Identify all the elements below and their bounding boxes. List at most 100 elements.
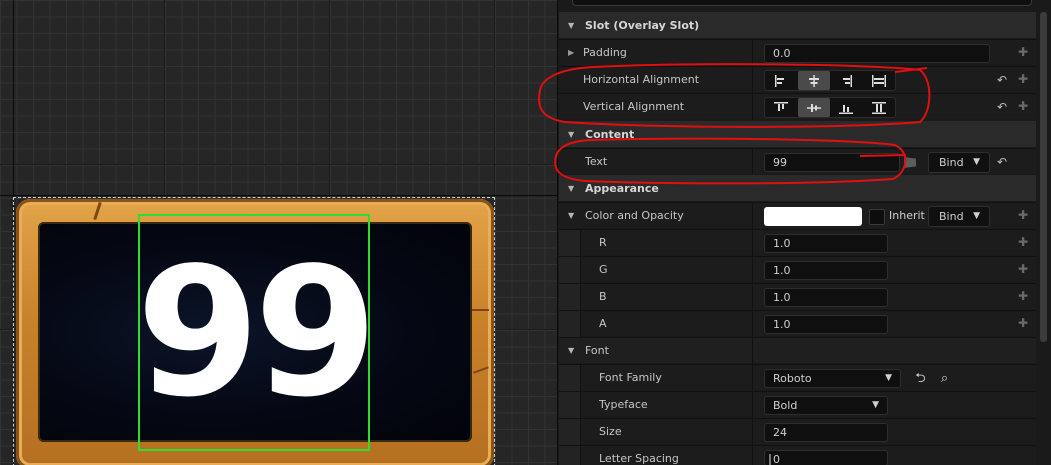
find-in-browser-icon[interactable]: ⌕ <box>936 370 953 387</box>
add-key-icon[interactable]: ✚ <box>1018 45 1032 59</box>
g-input[interactable]: 1.0 <box>764 261 888 280</box>
row-vertical-alignment: Vertical Alignment ↶ ✚ <box>559 93 1036 120</box>
triangle-down-icon[interactable]: ▼ <box>568 203 574 229</box>
bind-label: Bind <box>939 156 964 169</box>
category-label: Content <box>585 127 635 141</box>
font-label: Font <box>585 344 609 357</box>
row-color-a: A 1.0 ✚ <box>559 310 1036 337</box>
row-color-r: R 1.0 ✚ <box>559 229 1036 256</box>
b-label: B <box>599 290 607 303</box>
details-search-input[interactable] <box>572 0 1032 6</box>
align-center-button[interactable] <box>797 71 830 90</box>
details-scrollbar[interactable] <box>1040 12 1047 342</box>
add-key-icon[interactable]: ✚ <box>1018 316 1032 330</box>
column-divider <box>752 446 753 465</box>
size-input[interactable]: 24 <box>764 423 888 442</box>
align-top-icon <box>774 101 789 111</box>
align-vertical-fill-icon <box>871 101 886 114</box>
add-key-icon[interactable]: ✚ <box>1018 208 1032 222</box>
category-label: Appearance <box>585 181 659 195</box>
font-family-dropdown[interactable]: Roboto ▼ <box>764 369 901 388</box>
align-top-button[interactable] <box>765 98 798 117</box>
inherit-checkbox[interactable] <box>869 209 885 225</box>
row-font: ▼ Font <box>559 337 1036 364</box>
row-horizontal-alignment: Horizontal Alignment ↶ ✚ <box>559 66 1036 93</box>
text-bind-button[interactable]: Bind ▼ <box>928 152 990 173</box>
column-divider <box>752 392 753 418</box>
triangle-down-icon[interactable]: ▼ <box>568 338 574 364</box>
column-divider <box>752 203 753 229</box>
column-divider <box>752 40 753 66</box>
letter-spacing-input[interactable]: 0 <box>764 450 888 465</box>
triangle-down-icon: ▼ <box>568 20 575 30</box>
size-label: Size <box>599 425 622 438</box>
add-key-icon[interactable]: ✚ <box>1018 289 1032 303</box>
add-key-icon[interactable]: ✚ <box>1018 235 1032 249</box>
align-vertical-fill-button[interactable] <box>863 98 896 117</box>
row-letter-spacing: Letter Spacing 0 <box>559 445 1036 465</box>
canvas-guide-horizontal <box>0 195 557 196</box>
localization-flag-icon[interactable] <box>904 157 916 168</box>
font-family-value: Roboto <box>773 372 812 385</box>
column-divider <box>752 94 753 120</box>
indent-bar <box>559 230 581 256</box>
chevron-down-icon: ▼ <box>973 211 980 221</box>
row-font-family: Font Family Roboto ▼ ⮌ ⌕ <box>559 364 1036 391</box>
align-fill-button[interactable] <box>863 71 896 90</box>
browse-arrow-icon[interactable]: ⮌ <box>912 370 929 387</box>
vertical-alignment-group <box>764 97 896 118</box>
reset-arrow-icon[interactable]: ↶ <box>997 100 1007 114</box>
column-divider <box>752 230 753 256</box>
indent-bar <box>559 392 581 418</box>
g-label: G <box>599 263 608 276</box>
indent-bar <box>559 257 581 283</box>
triangle-down-icon: ▼ <box>568 129 575 139</box>
padding-input[interactable]: 0.0 <box>764 44 990 63</box>
horizontal-alignment-label: Horizontal Alignment <box>583 73 700 86</box>
chevron-down-icon: ▼ <box>872 400 879 410</box>
align-right-button[interactable] <box>830 71 863 90</box>
text-selection-box[interactable] <box>138 214 370 451</box>
a-input[interactable]: 1.0 <box>764 315 888 334</box>
reset-arrow-icon[interactable]: ↶ <box>997 73 1007 87</box>
align-middle-button[interactable] <box>797 98 830 117</box>
align-left-button[interactable] <box>765 71 798 90</box>
align-bottom-icon <box>839 104 854 114</box>
letter-spacing-value: 0 <box>773 453 780 465</box>
chevron-down-icon: ▼ <box>973 157 980 167</box>
color-bind-button[interactable]: Bind ▼ <box>928 206 990 227</box>
indent-bar <box>559 365 581 391</box>
inherit-label: Inherit <box>889 209 925 222</box>
align-left-icon <box>775 74 785 87</box>
category-slot[interactable]: ▼ Slot (Overlay Slot) <box>559 12 1036 38</box>
typeface-dropdown[interactable]: Bold ▼ <box>764 396 888 415</box>
text-label: Text <box>585 155 608 168</box>
align-right-icon <box>843 74 853 87</box>
align-fill-icon <box>871 74 886 87</box>
triangle-right-icon[interactable]: ▶ <box>568 40 574 66</box>
a-label: A <box>599 317 607 330</box>
category-label: Slot (Overlay Slot) <box>585 18 700 32</box>
letter-spacing-label: Letter Spacing <box>599 452 679 465</box>
r-input[interactable]: 1.0 <box>764 234 888 253</box>
column-divider <box>752 365 753 391</box>
column-divider <box>752 338 753 364</box>
color-and-opacity-label: Color and Opacity <box>585 209 684 222</box>
add-key-icon[interactable]: ✚ <box>1018 72 1032 86</box>
category-appearance[interactable]: ▼ Appearance <box>559 175 1036 201</box>
bind-label: Bind <box>939 210 964 223</box>
indent-bar <box>559 311 581 337</box>
color-swatch[interactable] <box>764 207 862 226</box>
align-bottom-button[interactable] <box>830 98 863 117</box>
category-content[interactable]: ▼ Content <box>559 121 1036 147</box>
b-input[interactable]: 1.0 <box>764 288 888 307</box>
row-color-g: G 1.0 ✚ <box>559 256 1036 283</box>
indent-bar <box>559 446 581 465</box>
add-key-icon[interactable]: ✚ <box>1018 99 1032 113</box>
add-key-icon[interactable]: ✚ <box>1018 262 1032 276</box>
row-color-b: B 1.0 ✚ <box>559 283 1036 310</box>
reset-arrow-icon[interactable]: ↶ <box>997 155 1007 169</box>
row-size: Size 24 <box>559 418 1036 445</box>
text-input[interactable]: 99 <box>764 153 900 172</box>
typeface-label: Typeface <box>599 398 648 411</box>
